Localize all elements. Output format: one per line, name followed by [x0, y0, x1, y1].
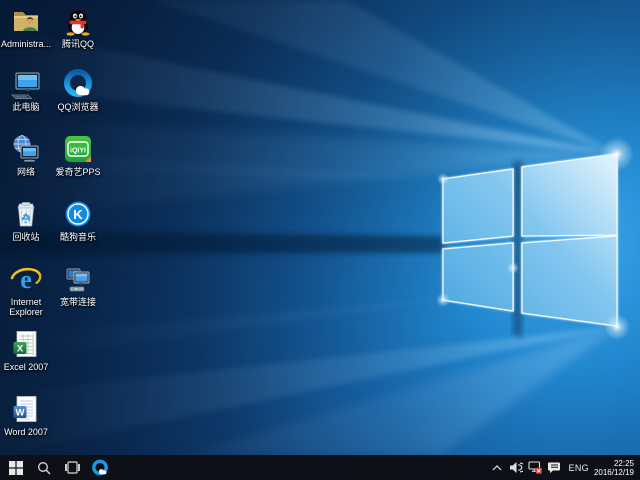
windows-logo-icon: [9, 461, 23, 475]
svg-text:K: K: [73, 207, 83, 222]
action-center-icon: [547, 461, 561, 474]
desktop-icon-label: 酷狗音乐: [60, 232, 96, 242]
word-icon: W: [9, 392, 43, 426]
chevron-up-icon: [492, 465, 502, 471]
broadband-connection-icon: [61, 262, 95, 296]
network-disconnected-icon: [528, 461, 542, 474]
start-button[interactable]: [5, 455, 27, 480]
task-view-button[interactable]: [61, 455, 83, 480]
taskbar-left: [0, 455, 117, 480]
speaker-icon: [509, 461, 523, 474]
clock-date: 2016/12/19: [594, 468, 634, 477]
iqiyi-icon: iQIYI: [61, 132, 95, 166]
desktop-icon-label: Administra...: [1, 39, 51, 49]
qq-browser-icon: [91, 459, 109, 477]
qq-penguin-icon: [61, 4, 95, 38]
kugou-icon: K: [61, 197, 95, 231]
user-folder-icon: [9, 4, 43, 38]
taskbar-clock[interactable]: 22:25 2016/12/19: [594, 459, 638, 477]
desktop-icon-network[interactable]: 网络: [0, 132, 52, 177]
desktop-icon-label: 腾讯QQ: [62, 39, 94, 49]
tray-overflow-button[interactable]: [490, 455, 505, 480]
language-indicator[interactable]: ENG: [566, 463, 594, 473]
desktop: Administra... 腾讯QQ: [0, 0, 640, 455]
desktop-icon-label: 宽带连接: [60, 297, 96, 307]
desktop-icon-broadband-connection[interactable]: 宽带连接: [50, 262, 106, 307]
recycle-bin-icon: [9, 197, 43, 231]
system-tray: ENG 22:25 2016/12/19: [490, 455, 638, 480]
volume-button[interactable]: [509, 455, 524, 480]
network-status-button[interactable]: [528, 455, 543, 480]
desktop-icon-label: QQ浏览器: [57, 102, 98, 112]
desktop-icon-label: 回收站: [12, 232, 39, 242]
svg-text:W: W: [16, 408, 25, 419]
task-view-icon: [65, 461, 80, 474]
taskbar: ENG 22:25 2016/12/19: [0, 455, 640, 480]
qq-browser-taskbar-button[interactable]: [89, 455, 111, 480]
action-center-button[interactable]: [547, 455, 562, 480]
internet-explorer-icon: e: [9, 262, 43, 296]
desktop-icon-this-pc[interactable]: 此电脑: [0, 67, 52, 112]
desktop-icon-kugou-music[interactable]: K 酷狗音乐: [50, 197, 106, 242]
network-globe-icon: [9, 132, 43, 166]
desktop-icon-label: Excel 2007: [4, 362, 49, 372]
desktop-icon-internet-explorer[interactable]: e Internet Explorer: [0, 262, 52, 317]
desktop-icon-qq-browser[interactable]: QQ浏览器: [50, 67, 106, 112]
desktop-icon-recycle-bin[interactable]: 回收站: [0, 197, 52, 242]
desktop-icon-label: Internet Explorer: [0, 297, 52, 317]
desktop-icon-label: 网络: [17, 167, 35, 177]
svg-text:iQIYI: iQIYI: [70, 148, 86, 155]
desktop-icon-tencent-qq[interactable]: 腾讯QQ: [50, 4, 106, 49]
svg-text:X: X: [17, 344, 24, 355]
desktop-icon-word-2007[interactable]: W Word 2007: [0, 392, 52, 437]
qq-browser-icon: [61, 67, 95, 101]
desktop-icon-label: 此电脑: [12, 102, 39, 112]
search-icon: [37, 461, 51, 475]
desktop-icon-excel-2007[interactable]: X Excel 2007: [0, 327, 52, 372]
desktop-icon-iqiyi-pps[interactable]: iQIYI 爱奇艺PPS: [50, 132, 106, 177]
desktop-icon-label: 爱奇艺PPS: [55, 167, 100, 177]
desktop-icon-label: Word 2007: [4, 427, 48, 437]
desktop-icon-user-folder[interactable]: Administra...: [0, 4, 52, 49]
windows-desktop-screen: Administra... 腾讯QQ: [0, 0, 640, 480]
excel-icon: X: [9, 327, 43, 361]
search-button[interactable]: [33, 455, 55, 480]
computer-monitor-icon: [9, 67, 43, 101]
clock-time: 22:25: [594, 459, 634, 468]
